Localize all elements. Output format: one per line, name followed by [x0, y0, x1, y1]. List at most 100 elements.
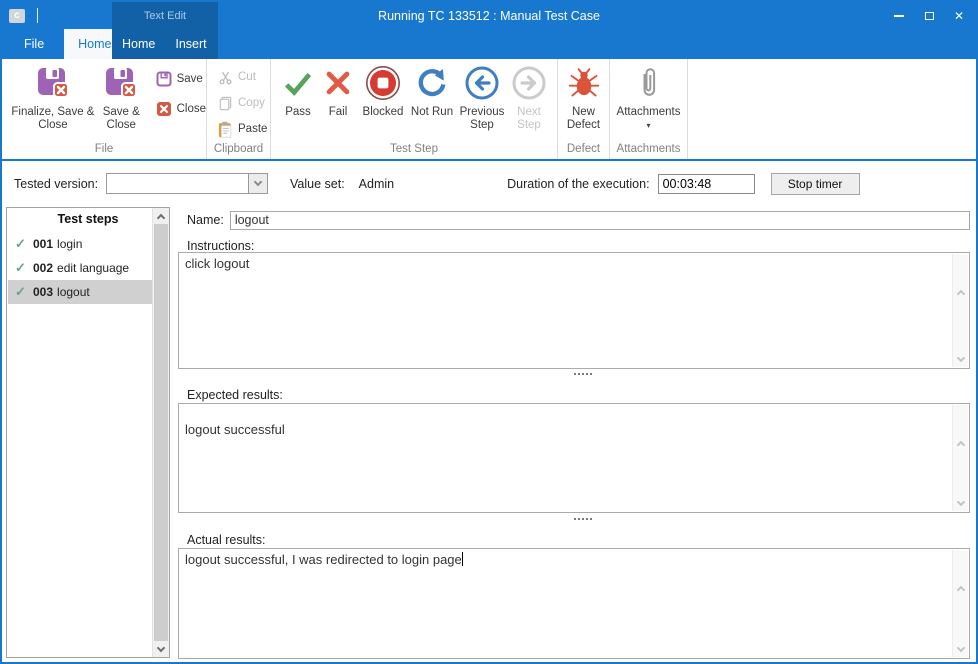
test-steps-list: ✓ 001 login ✓ 002 edit language ✓ 003 lo… [8, 232, 152, 656]
group-label-test-step: Test Step [271, 142, 557, 159]
check-icon: ✓ [15, 236, 33, 252]
minimize-button[interactable] [884, 2, 914, 29]
check-icon: ✓ [15, 284, 33, 300]
close-button[interactable]: ✕ [944, 2, 974, 29]
combobox-dropdown-button[interactable] [248, 174, 267, 193]
next-step-button: Next Step [509, 61, 549, 132]
expected-results-label: Expected results: [187, 388, 283, 402]
scroll-up-icon[interactable] [153, 208, 169, 224]
test-step-row-003-selected[interactable]: ✓ 003 logout [8, 280, 152, 304]
check-icon: ✓ [15, 260, 33, 276]
pass-button[interactable]: Pass [277, 61, 319, 119]
textarea-scrollbar[interactable] [952, 254, 968, 367]
instructions-textarea[interactable]: click logout [178, 252, 970, 369]
close-button-ribbon[interactable]: Close [155, 97, 206, 121]
textarea-scrollbar[interactable] [952, 405, 968, 511]
new-defect-button[interactable]: New Defect [559, 61, 609, 132]
red-x-mark-icon [322, 67, 354, 104]
actual-results-label: Actual results: [187, 533, 266, 547]
contextual-group-label: Text Edit [112, 2, 218, 29]
floppy-disk-delete-icon [36, 66, 70, 105]
execution-params-bar: Tested version: Value set: Admin Duratio… [2, 161, 976, 206]
stop-timer-button[interactable]: Stop timer [771, 173, 860, 195]
ribbon-empty-space [688, 59, 976, 159]
group-label-defect: Defect [558, 142, 609, 159]
test-steps-panel: Test steps ✓ 001 login ✓ 002 edit langua… [6, 207, 170, 658]
name-input[interactable] [230, 211, 970, 230]
group-label-file: File [2, 142, 206, 159]
textarea-scrollbar[interactable] [952, 550, 968, 657]
clipboard-paste-icon [216, 120, 234, 138]
ribbon-tab-bar: File Home Text Edit Home Insert [2, 29, 976, 59]
tab-ctx-home[interactable]: Home [112, 29, 165, 59]
ribbon-group-test-step: Pass Fail Blocked [271, 59, 558, 159]
tab-file[interactable]: File [10, 29, 58, 59]
instructions-label: Instructions: [187, 239, 254, 253]
tab-ctx-insert[interactable]: Insert [165, 29, 216, 59]
value-set-value: Admin [359, 177, 394, 191]
expected-results-textarea[interactable]: logout successful [178, 403, 970, 513]
duration-input[interactable] [658, 174, 755, 194]
chevron-down-icon[interactable]: ▾ [646, 122, 650, 130]
save-button[interactable]: Save [155, 67, 206, 91]
arrow-right-circle-icon [511, 65, 547, 106]
maximize-icon [925, 12, 934, 20]
not-run-button[interactable]: Not Run [409, 61, 455, 119]
group-label-attachments: Attachments [610, 142, 687, 159]
main-area: Test steps ✓ 001 login ✓ 002 edit langua… [2, 206, 976, 664]
attachments-button[interactable]: Attachments ▾ [611, 61, 687, 130]
maximize-button[interactable] [914, 2, 944, 29]
name-label: Name: [187, 213, 224, 227]
tested-version-combobox[interactable] [106, 173, 268, 194]
blocked-button[interactable]: Blocked [357, 61, 409, 119]
scissors-icon [216, 68, 234, 86]
ribbon-group-file: Finalize, Save & Close Save & Close Save [2, 59, 207, 159]
splitter-dots[interactable] [178, 373, 972, 375]
splitter-dots[interactable] [178, 518, 972, 520]
tested-version-label: Tested version: [14, 177, 106, 191]
contextual-tab-group: Text Edit Home Insert [112, 2, 218, 59]
copy-button: Copy [216, 91, 265, 115]
quick-access-separator [37, 8, 38, 23]
scroll-down-icon[interactable] [953, 351, 968, 367]
scroll-down-icon[interactable] [153, 641, 169, 657]
test-steps-scrollbar[interactable] [152, 208, 169, 657]
chevron-down-icon [254, 178, 262, 186]
ribbon: Finalize, Save & Close Save & Close Save [2, 59, 976, 161]
test-steps-header: Test steps [7, 208, 169, 230]
scrollbar-thumb[interactable] [154, 224, 168, 641]
cut-button: Cut [216, 65, 256, 89]
scroll-down-icon[interactable] [953, 495, 968, 511]
actual-results-textarea[interactable]: logout successful, I was redirected to l… [178, 548, 970, 659]
step-editor: Name: Instructions: click logout Expecte… [178, 206, 972, 662]
red-x-icon [155, 100, 173, 118]
test-step-row-001[interactable]: ✓ 001 login [8, 232, 152, 256]
text-caret [462, 552, 463, 566]
app-icon[interactable]: c [9, 9, 25, 23]
save-and-close-button[interactable]: Save & Close [96, 61, 147, 132]
previous-step-button[interactable]: Previous Step [455, 61, 509, 132]
paperclip-icon [639, 65, 659, 106]
arrow-left-circle-icon [464, 65, 500, 106]
finalize-save-close-button[interactable]: Finalize, Save & Close [10, 61, 96, 132]
bug-icon [568, 67, 600, 104]
window-controls: ✕ [884, 2, 974, 29]
duration-label: Duration of the execution: [507, 177, 649, 191]
floppy-disk-delete-icon [104, 66, 138, 105]
scroll-up-icon[interactable] [953, 435, 968, 451]
tested-version-input[interactable] [107, 174, 248, 193]
copy-pages-icon [216, 94, 234, 112]
minimize-icon [894, 15, 904, 17]
scroll-up-icon[interactable] [953, 284, 968, 300]
app-window: c Running TC 133512 : Manual Test Case ✕… [0, 0, 978, 664]
fail-button[interactable]: Fail [319, 61, 357, 119]
green-check-icon [281, 66, 315, 105]
test-step-row-002[interactable]: ✓ 002 edit language [8, 256, 152, 280]
ribbon-group-clipboard: Cut Copy Paste Clipboard [207, 59, 271, 159]
ribbon-group-attachments: Attachments ▾ Attachments [610, 59, 688, 159]
paste-button[interactable]: Paste [216, 117, 267, 141]
floppy-disk-icon [155, 70, 173, 88]
scroll-up-icon[interactable] [953, 580, 968, 596]
scroll-down-icon[interactable] [953, 641, 968, 657]
ribbon-group-defect: New Defect Defect [558, 59, 610, 159]
